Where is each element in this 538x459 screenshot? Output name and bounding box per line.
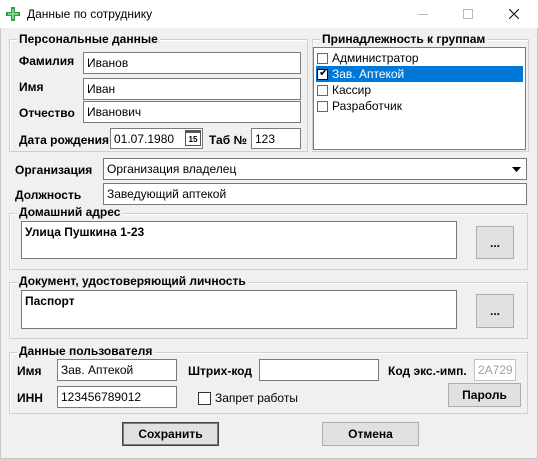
calendar-icon[interactable]: 15 [185,130,201,146]
maximize-icon [463,9,473,19]
inn-label: ИНН [17,391,43,405]
organization-label: Организация [15,163,93,177]
barcode-field[interactable] [259,359,379,381]
lastname-field[interactable]: Иванов [83,52,301,74]
inn-field[interactable]: 123456789012 [57,386,177,408]
address-legend: Домашний адрес [17,205,123,219]
position-label: Должность [15,188,82,202]
patronymic-label: Отчество [19,106,75,120]
groups-list[interactable]: Администратор ✔ Зав. Аптекой Кассир Разр… [313,47,526,150]
close-icon [509,9,519,19]
tab-number-field[interactable]: 123 [251,128,301,149]
group-item-administrator[interactable]: Администратор [316,50,523,66]
group-item-label: Зав. Аптекой [332,67,405,81]
save-button[interactable]: Сохранить [122,422,219,446]
pharmacy-cross-icon [6,7,20,21]
code-exim-label: Код экс.-имп. [388,364,467,378]
window-title: Данные по сотруднику [27,7,153,21]
group-item-pharmacy-head[interactable]: ✔ Зав. Аптекой [316,66,523,82]
position-field[interactable]: Заведующий аптекой [103,183,527,205]
birthdate-label: Дата рождения [19,133,110,147]
address-browse-button[interactable]: ... [476,226,514,259]
address-field[interactable]: Улица Пушкина 1-23 [21,221,457,259]
close-button[interactable] [491,0,537,28]
checkbox[interactable] [317,52,328,64]
personal-data-legend: Персональные данные [17,32,160,46]
checkbox[interactable] [317,100,328,112]
lastname-label: Фамилия [19,54,75,68]
checkbox[interactable] [317,84,328,96]
birthdate-value: 01.07.1980 [114,132,175,146]
checkmark-icon: ✔ [319,66,329,79]
block-work-label: Запрет работы [215,391,298,405]
user-name-field[interactable]: Зав. Аптекой [57,359,177,381]
group-item-cashier[interactable]: Кассир [316,82,523,98]
firstname-field[interactable]: Иван [83,78,301,100]
group-item-developer[interactable]: Разработчик [316,98,523,114]
minimize-button[interactable] [400,0,446,28]
group-item-label: Разработчик [332,99,402,113]
groups-legend: Принадлежность к группам [320,32,488,46]
minimize-icon [418,14,428,15]
group-item-label: Администратор [332,51,419,65]
document-browse-button[interactable]: ... [476,294,514,328]
checkbox-checked[interactable]: ✔ [317,66,329,80]
patronymic-field[interactable]: Иванович [83,101,301,123]
organization-value: Организация владелец [107,162,237,176]
block-work-checkbox[interactable] [198,392,211,405]
tab-number-label: Таб № [209,133,247,147]
maximize-button[interactable] [445,0,491,28]
user-data-legend: Данные пользователя [17,344,155,358]
document-legend: Документ, удостоверяющий личность [17,274,248,288]
group-item-label: Кассир [332,83,372,97]
password-button[interactable]: Пароль [448,383,521,407]
document-field[interactable]: Паспорт [21,290,457,329]
firstname-label: Имя [19,80,44,94]
user-name-label: Имя [17,364,42,378]
code-exim-field: 2A729 [474,359,516,381]
barcode-label: Штрих-код [188,364,252,378]
organization-select[interactable]: Организация владелец [103,158,527,180]
cancel-button[interactable]: Отмена [322,422,419,446]
chevron-down-icon[interactable] [508,160,525,178]
